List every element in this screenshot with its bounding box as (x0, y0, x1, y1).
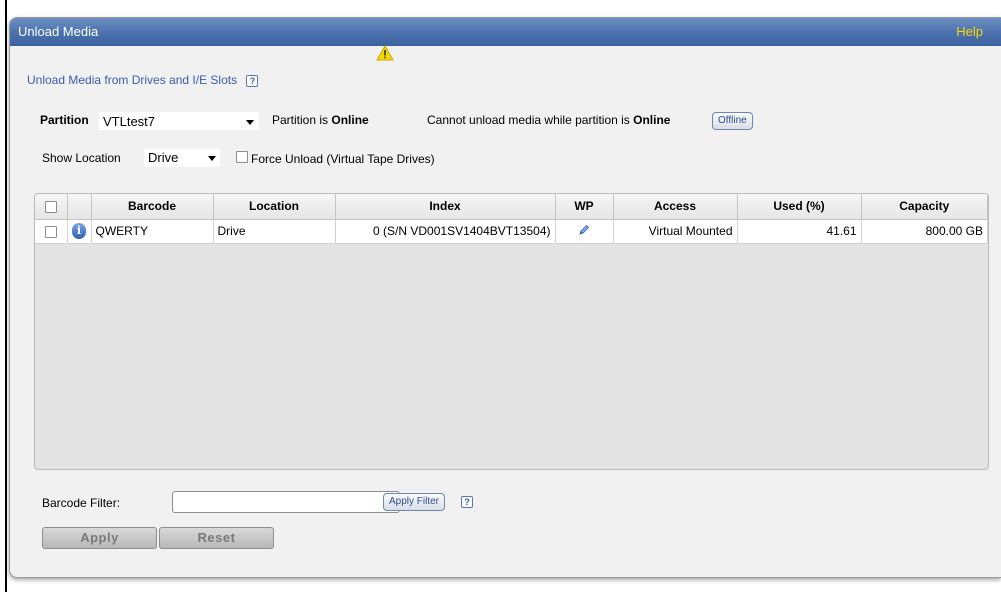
barcode-filter-input[interactable] (172, 491, 400, 513)
row-info-cell: i (67, 219, 92, 244)
reset-button[interactable]: Reset (159, 527, 274, 549)
unload-media-panel: Unload Media Help Unload Media from Driv… (9, 17, 1001, 578)
help-icon[interactable]: ? (461, 496, 473, 508)
cell-index: 0 (S/N VD001SV1404BVT13504) (335, 219, 556, 244)
chevron-down-icon (246, 120, 254, 125)
column-header-used[interactable]: Used (%) (737, 194, 862, 220)
partition-status-prefix: Partition is (272, 113, 329, 127)
column-header-barcode[interactable]: Barcode (91, 194, 214, 220)
column-header-capacity[interactable]: Capacity (861, 194, 988, 220)
location-select[interactable]: Drive (144, 149, 220, 167)
partition-label: Partition (40, 113, 89, 127)
location-select-value: Drive (148, 150, 179, 165)
table-header-row: Barcode Location Index WP Access Used (%… (35, 194, 988, 220)
help-icon[interactable]: ? (246, 74, 259, 87)
force-unload-label: Force Unload (Virtual Tape Drives) (251, 152, 435, 166)
column-header-access[interactable]: Access (613, 194, 738, 220)
section-subtitle: Unload Media from Drives and I/E Slots ? (27, 73, 259, 87)
row-checkbox[interactable] (44, 225, 57, 238)
cell-used: 41.61 (737, 219, 862, 244)
row-select-cell (35, 219, 68, 244)
column-header-wp[interactable]: WP (555, 194, 614, 220)
partition-status-value: Online (331, 113, 369, 127)
show-location-label: Show Location (42, 151, 121, 165)
partition-warning-value: Online (633, 113, 671, 127)
chevron-down-icon (208, 156, 216, 161)
warning-icon (376, 45, 394, 61)
select-all-checkbox[interactable] (44, 201, 57, 214)
cell-capacity: 800.00 GB (861, 219, 988, 244)
media-table: Barcode Location Index WP Access Used (%… (35, 194, 988, 244)
panel-title-bar: Unload Media Help (10, 18, 1001, 46)
offline-button[interactable]: Offline (712, 112, 753, 130)
column-header-location[interactable]: Location (213, 194, 336, 220)
partition-warning: Cannot unload media while partition is O… (427, 113, 670, 127)
info-icon[interactable]: i (72, 223, 86, 239)
cell-access: Virtual Mounted (613, 219, 738, 244)
info-column-header (67, 194, 92, 220)
force-unload-checkbox[interactable] (236, 151, 248, 163)
media-grid: Barcode Location Index WP Access Used (%… (34, 193, 989, 470)
partition-select-value: VTLtest7 (103, 114, 156, 129)
column-header-index[interactable]: Index (335, 194, 556, 220)
cell-wp (555, 219, 614, 244)
partition-warning-prefix: Cannot unload media while partition is (427, 113, 630, 127)
select-all-header (35, 194, 68, 220)
panel-title: Unload Media (18, 24, 99, 39)
apply-button[interactable]: Apply (42, 527, 157, 549)
pencil-icon[interactable] (578, 224, 590, 236)
cell-location: Drive (213, 219, 336, 244)
barcode-filter-label: Barcode Filter: (42, 496, 121, 510)
apply-filter-button[interactable]: Apply Filter (383, 493, 446, 511)
help-link[interactable]: Help (956, 24, 983, 39)
table-row[interactable]: i QWERTY Drive 0 (S/N VD001SV1404BVT1350… (35, 219, 988, 244)
partition-select[interactable]: VTLtest7 (99, 112, 259, 130)
window-edge (5, 0, 7, 592)
partition-status: Partition is Online (272, 113, 369, 127)
section-subtitle-text: Unload Media from Drives and I/E Slots (27, 73, 238, 87)
cell-barcode: QWERTY (91, 219, 214, 244)
